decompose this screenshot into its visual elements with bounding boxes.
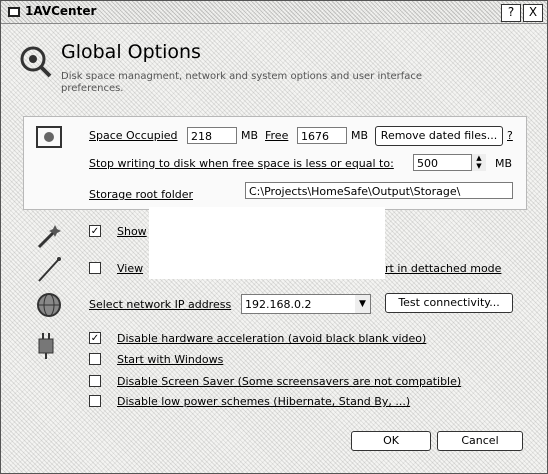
app-icon — [8, 7, 20, 17]
option-checkbox-power-schemes[interactable] — [89, 395, 101, 407]
power-plug-icon — [38, 333, 54, 359]
stop-threshold-unit: MB — [495, 157, 513, 170]
disk-icon — [36, 126, 62, 148]
threshold-stepper[interactable]: ▲ ▼ — [471, 154, 486, 171]
option-label-power-schemes: Disable low power schemes (Hibernate, St… — [117, 395, 411, 408]
detached-mode-label: rt in dettached mode — [385, 262, 502, 275]
magic-wand-icon — [37, 225, 61, 249]
chevron-down-icon[interactable]: ▼ — [355, 295, 370, 313]
test-connectivity-button[interactable]: Test connectivity... — [385, 293, 513, 313]
free-label: Free — [265, 129, 289, 142]
option-checkbox-start-windows[interactable] — [89, 353, 101, 365]
option-label-start-windows: Start with Windows — [117, 353, 224, 366]
option-checkbox-screensaver[interactable] — [89, 375, 101, 387]
tools-icon — [20, 46, 52, 78]
show-label: Show — [117, 225, 147, 238]
select-ip-label: Select network IP address — [89, 298, 232, 311]
ok-button[interactable]: OK — [351, 431, 431, 451]
free-space-unit: MB — [351, 129, 369, 142]
title-bar: 1AVCenter ? X — [1, 1, 547, 24]
window-title: 1AVCenter — [25, 4, 97, 18]
help-title-button[interactable]: ? — [501, 4, 521, 22]
option-label-hw-acceleration: Disable hardware acceleration (avoid bla… — [117, 332, 427, 345]
options-window: 1AVCenter ? X Global Options Disk space … — [0, 0, 548, 474]
show-checkbox[interactable]: ✓ — [89, 225, 101, 237]
close-button[interactable]: X — [523, 4, 543, 22]
space-occupied-label: Space Occupied — [89, 129, 178, 142]
ip-address-select[interactable]: 192.168.0.2 — [241, 294, 371, 314]
remove-dated-files-button[interactable]: Remove dated files... — [375, 126, 503, 146]
overlay-popup — [149, 207, 385, 279]
pen-icon — [38, 257, 61, 282]
storage-root-field[interactable]: C:\Projects\HomeSafe\Output\Storage\ — [245, 182, 513, 199]
view-label: View — [117, 262, 144, 275]
space-occupied-unit: MB — [241, 129, 259, 142]
storage-root-label: Storage root folder — [89, 188, 194, 201]
option-label-screensaver: Disable Screen Saver (Some screensavers … — [117, 375, 462, 388]
globe-icon — [37, 293, 61, 317]
stop-writing-label: Stop writing to disk when free space is … — [89, 157, 394, 170]
page-title: Global Options — [61, 41, 201, 63]
page-description: Disk space managment, network and system… — [61, 71, 423, 94]
option-checkbox-hw-acceleration[interactable]: ✓ — [89, 332, 101, 344]
space-occupied-field: 218 — [187, 127, 237, 144]
free-space-field: 1676 — [297, 127, 347, 144]
cancel-button[interactable]: Cancel — [437, 431, 523, 451]
view-checkbox[interactable] — [89, 262, 101, 274]
help-link[interactable]: ? — [507, 129, 513, 142]
